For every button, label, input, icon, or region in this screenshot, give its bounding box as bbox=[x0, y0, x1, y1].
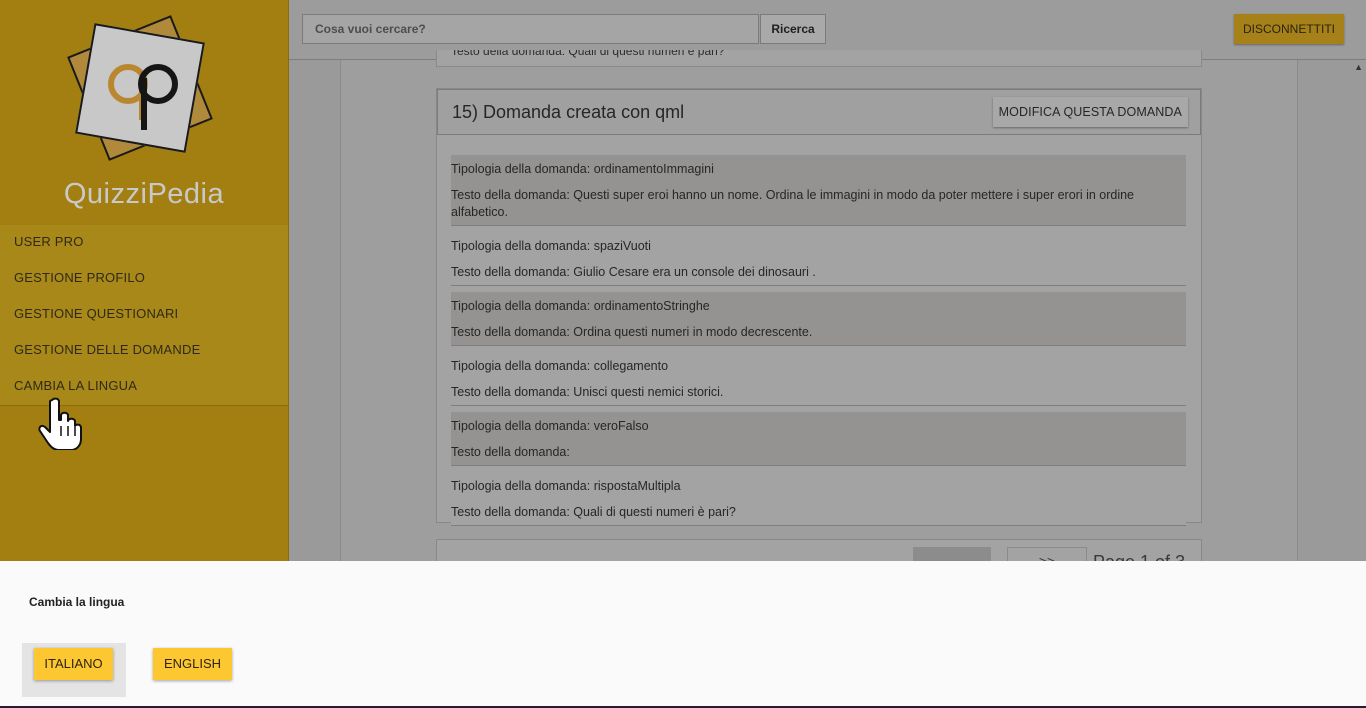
list-item: Tipologia della domanda: spaziVuoti Test… bbox=[451, 232, 1186, 286]
question-header: 15) Domanda creata con qml MODIFICA QUES… bbox=[437, 89, 1201, 135]
qp-logo-icon bbox=[108, 64, 178, 130]
scroll-up-arrow-icon[interactable]: ▲ bbox=[1354, 62, 1363, 72]
main-content: Testo della domanda: Quali di questi num… bbox=[289, 50, 1366, 571]
hand-cursor-icon bbox=[38, 397, 82, 450]
sidebar-menu: USER PRO GESTIONE PROFILO GESTIONE QUEST… bbox=[0, 225, 288, 406]
sheet-title: Cambia la lingua bbox=[29, 595, 125, 609]
question-text: Testo della domanda: Quali di questi num… bbox=[451, 505, 736, 519]
brand-name: QuizziPedia bbox=[63, 178, 225, 210]
sidebar-item-gestione-profilo[interactable]: GESTIONE PROFILO bbox=[0, 261, 288, 297]
question-type: Tipologia della domanda: veroFalso bbox=[451, 419, 649, 433]
sidebar-item-gestione-domande[interactable]: GESTIONE DELLE DOMANDE bbox=[0, 333, 288, 369]
english-button[interactable]: ENGLISH bbox=[153, 648, 232, 680]
question-type: Tipologia della domanda: ordinamentoStri… bbox=[451, 299, 710, 313]
list-item: Tipologia della domanda: rispostaMultipl… bbox=[451, 472, 1186, 526]
sidebar: QuizziPedia USER PRO GESTIONE PROFILO GE… bbox=[0, 0, 289, 561]
sub-question-list: Tipologia della domanda: ordinamentoImma… bbox=[451, 155, 1186, 532]
italiano-button[interactable]: ITALIANO bbox=[34, 648, 113, 680]
sidebar-item-user-pro[interactable]: USER PRO bbox=[0, 225, 288, 261]
previous-question-card: Testo della domanda: Quali di questi num… bbox=[436, 50, 1202, 67]
previous-question-text: Testo della domanda: Quali di questi num… bbox=[451, 50, 725, 58]
question-text: Testo della domanda: bbox=[451, 445, 570, 459]
list-item: Tipologia della domanda: ordinamentoImma… bbox=[451, 155, 1186, 226]
language-bottom-sheet: Cambia la lingua ITALIANO ENGLISH bbox=[0, 561, 1366, 708]
list-item: Tipologia della domanda: ordinamentoStri… bbox=[451, 292, 1186, 346]
edit-question-button[interactable]: MODIFICA QUESTA DOMANDA bbox=[992, 97, 1188, 127]
list-item: Tipologia della domanda: veroFalso Testo… bbox=[451, 412, 1186, 466]
quizzipedia-logo bbox=[67, 15, 220, 168]
search-button[interactable]: Ricerca bbox=[760, 14, 826, 44]
logout-button[interactable]: DISCONNETTITI bbox=[1234, 14, 1344, 44]
question-text: Testo della domanda: Giulio Cesare era u… bbox=[451, 265, 816, 279]
search-input[interactable] bbox=[302, 14, 759, 44]
question-type: Tipologia della domanda: ordinamentoImma… bbox=[451, 162, 714, 176]
question-type: Tipologia della domanda: rispostaMultipl… bbox=[451, 479, 681, 493]
sidebar-item-gestione-questionari[interactable]: GESTIONE QUESTIONARI bbox=[0, 297, 288, 333]
question-card: 15) Domanda creata con qml MODIFICA QUES… bbox=[436, 88, 1202, 526]
question-text: Testo della domanda: Ordina questi numer… bbox=[451, 325, 813, 339]
list-item: Tipologia della domanda: collegamento Te… bbox=[451, 352, 1186, 406]
question-text: Testo della domanda: Unisci questi nemic… bbox=[451, 385, 724, 399]
question-type: Tipologia della domanda: spaziVuoti bbox=[451, 239, 651, 253]
question-text: Testo della domanda: Questi super eroi h… bbox=[451, 188, 1135, 219]
question-type: Tipologia della domanda: collegamento bbox=[451, 359, 669, 373]
question-title: 15) Domanda creata con qml bbox=[452, 102, 685, 122]
